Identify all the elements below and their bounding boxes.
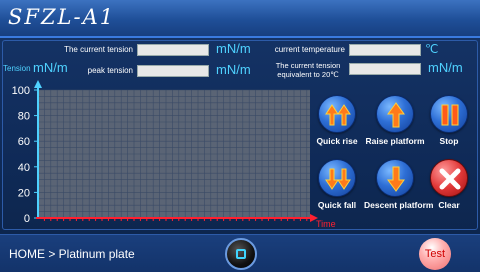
- stop-button[interactable]: Stop: [418, 95, 480, 155]
- quick-fall-button[interactable]: Quick fall: [306, 159, 368, 219]
- peak-tension-unit: mN/m: [216, 62, 251, 77]
- clear-label: Clear: [438, 200, 460, 210]
- y-tick-label: 20: [18, 187, 30, 199]
- tension-20c-field: [349, 63, 421, 75]
- home-square-icon: [236, 249, 246, 259]
- current-temperature-unit: ℃: [425, 42, 439, 56]
- breadcrumb: HOME > Platinum plate: [9, 247, 135, 261]
- descent-platform-button[interactable]: Descent platform: [364, 159, 434, 219]
- y-tick-label: 100: [12, 85, 30, 97]
- chart-grid: [38, 89, 310, 218]
- y-tick-label: 80: [18, 111, 30, 123]
- double-arrow-up-icon: [318, 95, 356, 133]
- tension-20c-label: The current tension equivalent to 20℃: [268, 61, 348, 79]
- chart-ylabel: Tension: [3, 64, 31, 73]
- arrow-down-icon: [376, 159, 414, 197]
- raise-platform-button[interactable]: Raise platform: [364, 95, 426, 155]
- clear-button[interactable]: Clear: [418, 159, 480, 219]
- double-arrow-down-icon: [318, 159, 356, 197]
- y-tick-label: 60: [18, 136, 30, 148]
- tension-20c-unit: mN/m: [428, 60, 463, 75]
- y-tick-label: 40: [18, 162, 30, 174]
- tension-20c-label-line2: equivalent to 20℃: [277, 70, 339, 79]
- bottom-bar: HOME > Platinum plate Test: [0, 234, 480, 272]
- arrow-up-icon: [376, 95, 414, 133]
- tension-chart: 100 80 60 40 20 0 Time: [12, 80, 336, 229]
- chart-yticks: 100 80 60 40 20 0: [12, 85, 38, 225]
- x-icon: [430, 159, 468, 197]
- pause-icon: [430, 95, 468, 133]
- title-bar: SFZL-A1: [0, 0, 480, 38]
- current-tension-field: [137, 44, 209, 56]
- current-tension-label: The current tension: [64, 45, 133, 54]
- peak-tension-field: [137, 65, 209, 77]
- home-button[interactable]: [225, 238, 257, 270]
- chart-xlabel: Time: [316, 219, 336, 229]
- main-screen: SFZL-A1 The current tension mN/m peak te…: [0, 0, 480, 272]
- current-temperature-field: [349, 44, 421, 56]
- current-temperature-label: current temperature: [274, 45, 345, 54]
- test-button[interactable]: Test: [419, 238, 451, 270]
- quick-rise-button[interactable]: Quick rise: [306, 95, 368, 155]
- app-title: SFZL-A1: [8, 5, 116, 29]
- quick-fall-label: Quick fall: [317, 200, 357, 210]
- quick-rise-label: Quick rise: [316, 136, 358, 146]
- tension-20c-label-line1: The current tension: [275, 61, 341, 70]
- chart-yunit: mN/m: [33, 60, 68, 75]
- y-tick-label: 0: [24, 213, 30, 225]
- y-axis-arrow-icon: [34, 80, 42, 88]
- raise-platform-label: Raise platform: [365, 136, 425, 146]
- descent-platform-label: Descent platform: [364, 200, 434, 210]
- stop-label: Stop: [439, 136, 459, 146]
- current-tension-unit: mN/m: [216, 41, 251, 56]
